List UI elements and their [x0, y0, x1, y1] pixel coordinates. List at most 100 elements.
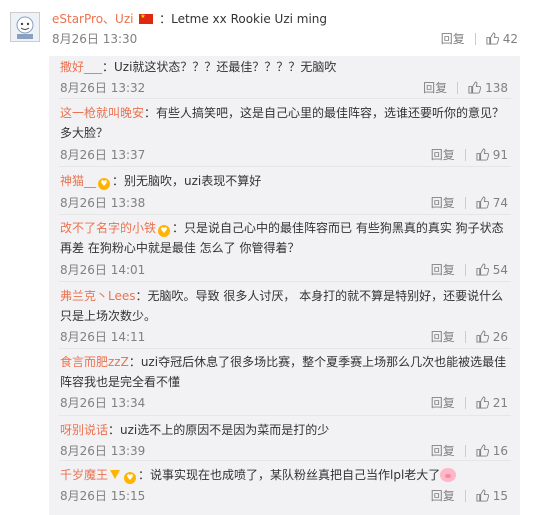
reply-username[interactable]: 神猫__	[60, 174, 96, 188]
main-comment: eStarPro、Uzi ：Letme xx Rookie Uzi ming 8…	[0, 0, 542, 56]
reply-button[interactable]: 回复	[441, 32, 465, 46]
action-divider	[464, 149, 466, 161]
reply-actions: 回复 16	[431, 442, 508, 459]
vip-badge-icon	[110, 470, 121, 479]
reply-username[interactable]: 撒好___	[60, 60, 102, 74]
action-divider	[464, 490, 466, 502]
reply-username[interactable]: 弗兰克丶Lees	[60, 289, 136, 303]
reply-date: 8月26日 13:37	[60, 148, 146, 162]
reply-button[interactable]: 回复	[431, 396, 455, 410]
like-button[interactable]: 21	[476, 396, 508, 410]
thumbs-up-icon	[486, 32, 499, 45]
reply-content: ：别无脑吹，uzi表现不算好	[112, 174, 262, 188]
reply-content: 阵容我也是完全看不懂	[60, 375, 181, 389]
china-flag-icon	[139, 13, 154, 24]
divider	[59, 214, 511, 215]
reply-text: 呀别说话：uzi选不上的原因不是因为菜而是打的少	[60, 420, 510, 440]
reply-content: ：Uzi就这状态？？？还最佳？？？？无脑吹	[102, 60, 337, 74]
divider	[59, 415, 511, 416]
divider	[59, 166, 511, 167]
reply-username[interactable]: 呀别说话	[60, 423, 108, 437]
reply-date: 8月26日 13:38	[60, 196, 146, 210]
reply-date: 8月26日 14:01	[60, 263, 146, 277]
main-comment-username[interactable]: eStarPro、Uzi	[52, 12, 133, 26]
reply-actions: 回复 26	[431, 328, 508, 345]
reply-content: 再差 在狗粉心中就是最佳 怎么了 你管得着？	[60, 241, 300, 255]
reply-content: 只是上场次数少。	[60, 309, 157, 323]
reply-actions: 回复 91	[431, 146, 508, 163]
thumbs-up-icon	[476, 148, 489, 161]
reply-date: 8月26日 13:34	[60, 396, 146, 410]
like-count: 91	[492, 148, 508, 162]
action-divider	[474, 33, 476, 45]
reply-button[interactable]: 回复	[431, 330, 455, 344]
like-count: 26	[492, 330, 508, 344]
action-divider	[464, 264, 466, 276]
reply-content: ：只是说自己心中的最佳阵容而已 有些狗黑真的真实 狗子状态	[172, 221, 504, 235]
reply-content: ：uzi选不上的原因不是因为菜而是打的少	[108, 423, 330, 437]
fan-badge-icon: ♥	[158, 225, 171, 237]
reply-username[interactable]: 千岁魔王	[60, 468, 108, 482]
reply-actions: 回复 138	[423, 79, 508, 96]
divider	[59, 348, 511, 349]
reply-text: 撒好___：Uzi就这状态？？？还最佳？？？？无脑吹	[60, 57, 510, 77]
like-count: 74	[492, 196, 508, 210]
action-divider	[457, 82, 459, 94]
reply-actions: 回复 54	[431, 261, 508, 278]
main-comment-actions: 回复 42	[441, 30, 518, 47]
action-divider	[464, 331, 466, 343]
like-button[interactable]: 74	[476, 196, 508, 210]
avatar-icon[interactable]	[10, 12, 40, 42]
reply-date: 8月26日 13:39	[60, 444, 146, 458]
divider	[59, 281, 511, 282]
thumbs-up-icon	[476, 489, 489, 502]
reply-content: ：说事实现在也成喷了，某队粉丝真把自己当作lpl老大了	[138, 468, 441, 482]
reply-content: ：uzi夺冠后休息了很多场比赛，整个夏季赛上场那么几次也能被选最佳	[128, 355, 507, 369]
reply-username[interactable]: 食言而肥zzZ	[60, 355, 129, 369]
reply-button[interactable]: 回复	[431, 148, 455, 162]
like-count: 54	[492, 263, 508, 277]
action-divider	[464, 445, 466, 457]
reply-text: 这一枪就叫晚安：有些人搞笑吧，这是自己心里的最佳阵容，选谁还要听你的意见？ 多大脸…	[60, 103, 510, 143]
like-button[interactable]: 91	[476, 148, 508, 162]
reply-list: 撒好___：Uzi就这状态？？？还最佳？？？？无脑吹 8月26日 13:32 回…	[49, 56, 520, 515]
reply-actions: 回复 15	[431, 487, 508, 504]
reply-username[interactable]: 改不了名字的小铁	[60, 221, 156, 235]
thumbs-up-icon	[476, 330, 489, 343]
like-button[interactable]: 16	[476, 444, 508, 458]
pig-emoji-icon	[440, 468, 457, 482]
like-button[interactable]: 54	[476, 263, 508, 277]
reply-button[interactable]: 回复	[431, 196, 455, 210]
main-comment-text: ：Letme xx Rookie Uzi ming	[159, 12, 328, 26]
divider	[59, 98, 511, 99]
like-button[interactable]: 26	[476, 330, 508, 344]
action-divider	[464, 197, 466, 209]
like-button[interactable]: 138	[468, 81, 508, 95]
reply-content: 多大脸？	[60, 126, 109, 140]
divider	[59, 460, 511, 461]
like-count: 16	[492, 444, 508, 458]
reply-button[interactable]: 回复	[431, 444, 455, 458]
reply-text: 千岁魔王 ♥ ：说事实现在也成喷了，某队粉丝真把自己当作lpl老大了	[60, 465, 510, 485]
reply-button[interactable]: 回复	[431, 263, 455, 277]
like-count: 15	[492, 489, 508, 503]
thumbs-up-icon	[476, 196, 489, 209]
reply-button[interactable]: 回复	[431, 489, 455, 503]
main-comment-date: 8月26日 13:30	[52, 32, 138, 46]
reply-content: ：无脑吹。导致 很多人讨厌， 本身打的就不算是特别好，还要说什么	[135, 289, 504, 303]
reply-actions: 回复 74	[431, 194, 508, 211]
thumbs-up-icon	[468, 81, 482, 94]
reply-content: ：有些人搞笑吧，这是自己心里的最佳阵容，选谁还要听你的意见？	[144, 106, 505, 120]
thumbs-up-icon	[476, 396, 489, 409]
reply-text: 食言而肥zzZ：uzi夺冠后休息了很多场比赛，整个夏季赛上场那么几次也能被选最佳…	[60, 352, 510, 392]
reply-date: 8月26日 13:32	[60, 81, 146, 95]
main-comment-line: eStarPro、Uzi ：Letme xx Rookie Uzi ming	[52, 10, 327, 27]
like-button[interactable]: 15	[476, 489, 508, 503]
reply-button[interactable]: 回复	[423, 81, 447, 95]
reply-username[interactable]: 这一枪就叫晚安	[60, 106, 144, 120]
reply-text: 改不了名字的小铁 ♥ ：只是说自己心中的最佳阵容而已 有些狗黑真的真实 狗子状态再差…	[60, 218, 510, 258]
like-count: 42	[502, 32, 518, 46]
like-button[interactable]: 42	[486, 32, 518, 46]
fan-badge-icon: ♥	[98, 178, 111, 190]
action-divider	[464, 397, 466, 409]
